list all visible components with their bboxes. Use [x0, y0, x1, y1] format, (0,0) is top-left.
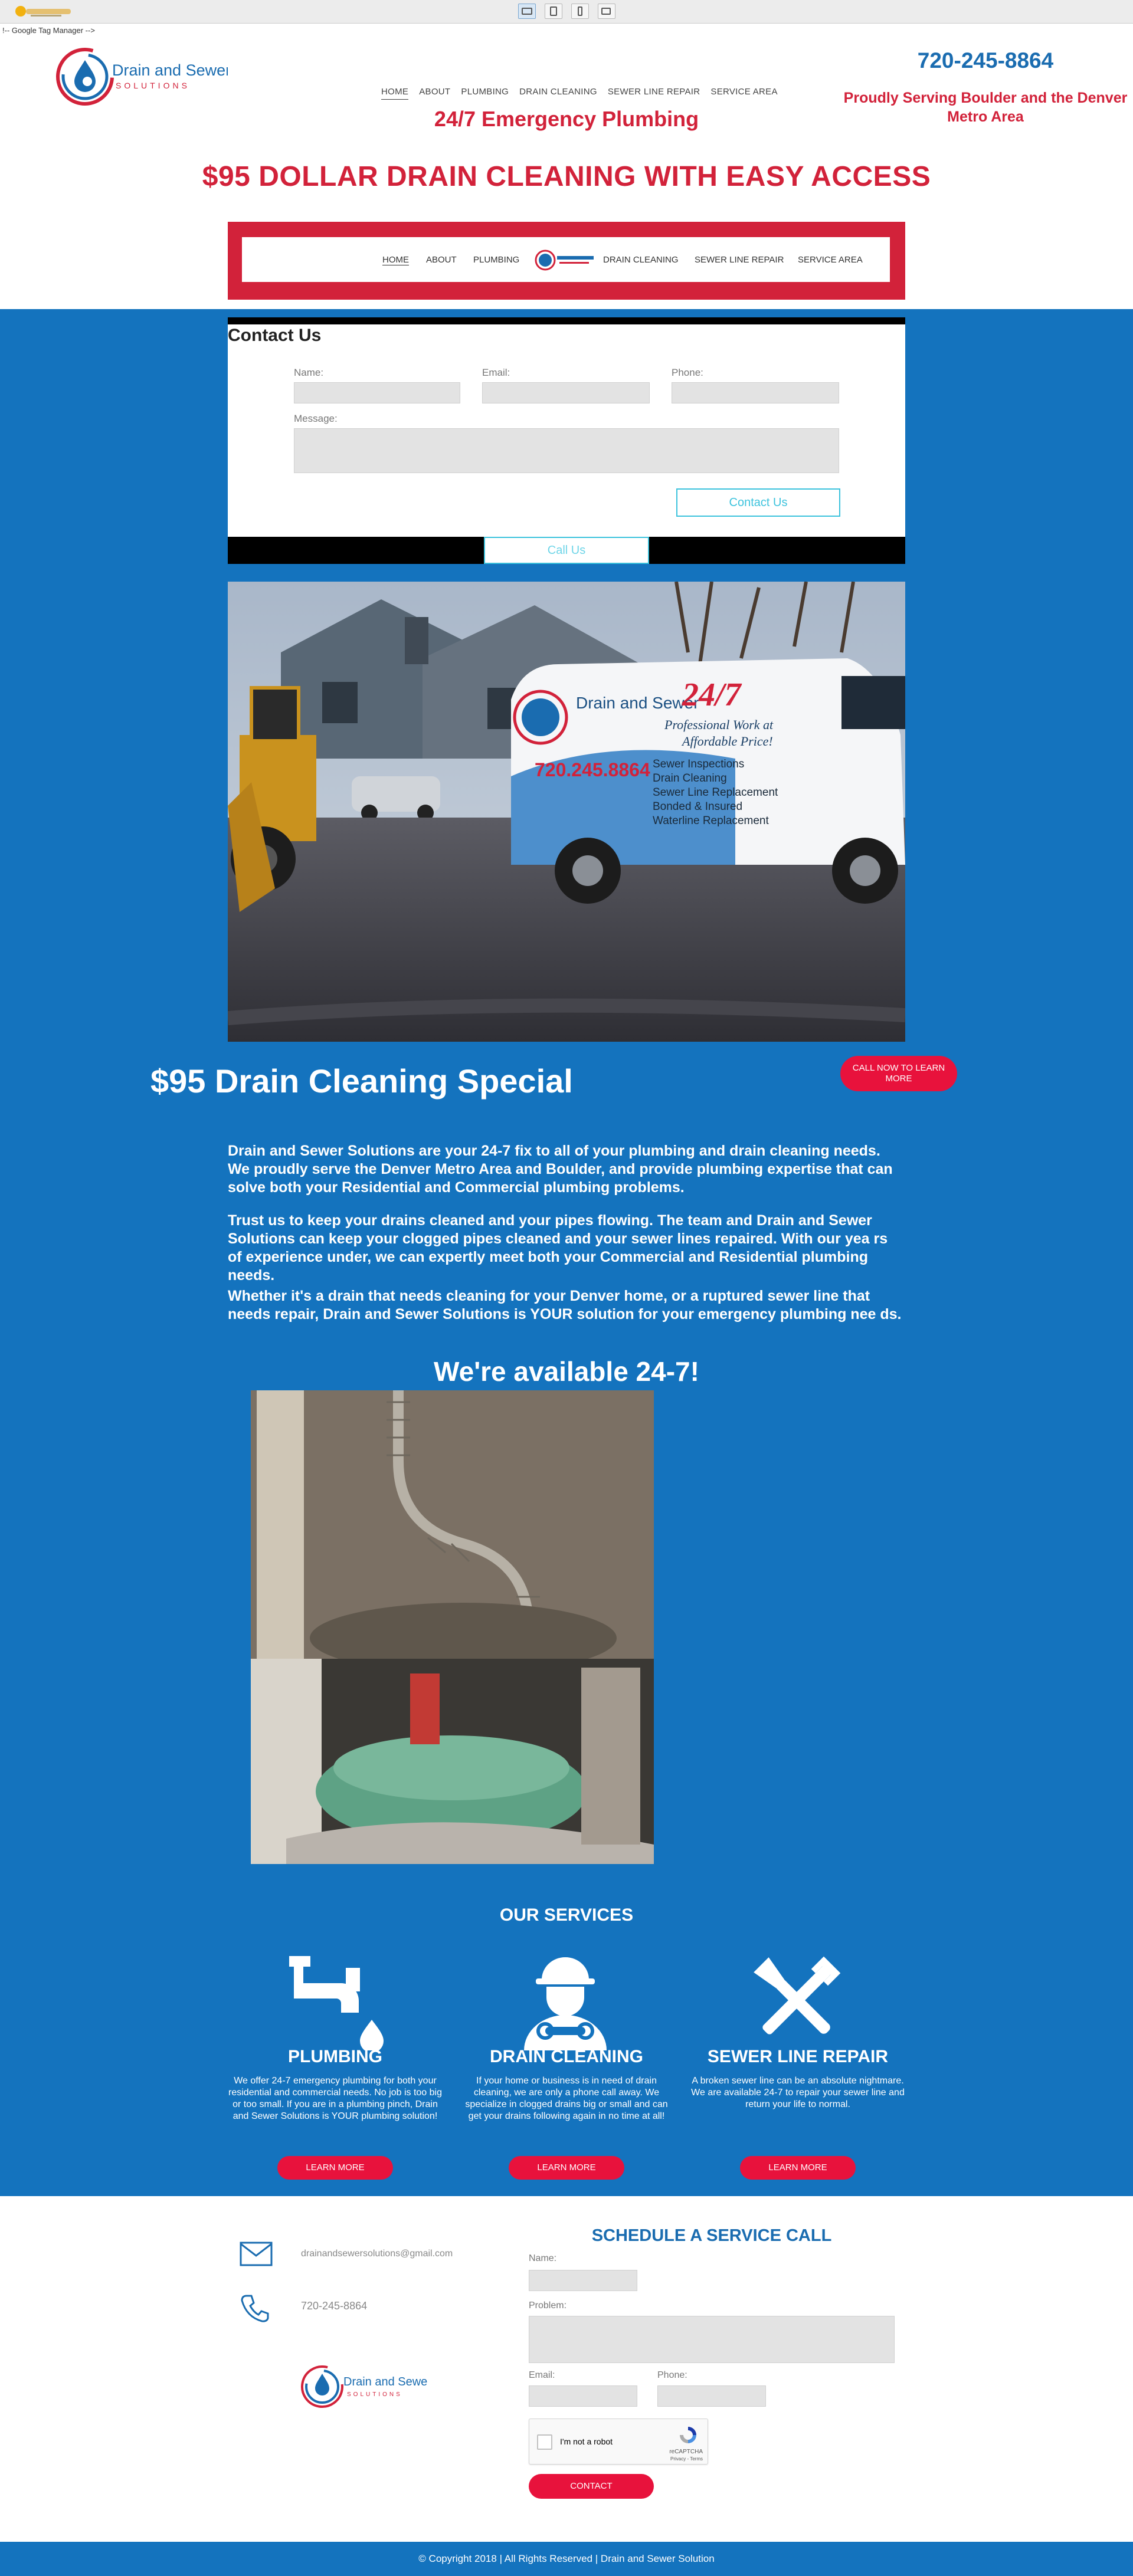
- schedule-email-label: Email:: [529, 2370, 555, 2380]
- mail-icon: [240, 2242, 273, 2266]
- call-us-button[interactable]: Call Us: [484, 537, 649, 564]
- schedule-name-input[interactable]: [529, 2270, 637, 2291]
- service-title-plumbing: PLUMBING: [288, 2047, 382, 2066]
- phone-icon: [241, 2295, 269, 2322]
- recaptcha-terms-link[interactable]: Privacy - Terms: [670, 2456, 703, 2462]
- tablet-icon: [550, 6, 557, 16]
- desktop-icon: [522, 8, 532, 15]
- van-logo-text: Drain and Sewer: [576, 694, 699, 712]
- van-tagline-2: Affordable Price!: [681, 734, 773, 749]
- nav-sewer-line-repair[interactable]: SEWER LINE REPAIR: [608, 87, 700, 100]
- services-title: OUR SERVICES: [499, 1905, 634, 1925]
- van-service-1: Sewer Inspections: [653, 758, 744, 770]
- footer-logo-line1: Drain and Sewer: [343, 2375, 427, 2388]
- contact-email-link[interactable]: drainandsewersolutions@gmail.com: [301, 2249, 453, 2259]
- multi-device-view-button[interactable]: [598, 4, 615, 19]
- learn-more-plumbing-button[interactable]: LEARN MORE: [277, 2156, 393, 2180]
- tablet-view-button[interactable]: [545, 4, 562, 19]
- call-now-button[interactable]: CALL NOW TO LEARN MORE: [840, 1056, 957, 1091]
- builder-logo: [15, 6, 71, 17]
- nav-service-area[interactable]: SERVICE AREA: [710, 87, 777, 100]
- service-text-sewer-line-repair: A broken sewer line can be an absolute n…: [691, 2076, 905, 2109]
- schedule-name-label: Name:: [529, 2253, 557, 2263]
- contact-name-input[interactable]: [294, 382, 460, 403]
- service-title-sewer-line-repair: SEWER LINE REPAIR: [707, 2047, 889, 2066]
- frame-nav-drain-cleaning[interactable]: DRAIN CLEANING: [603, 255, 679, 265]
- logo-line1: Drain and Sewer: [112, 61, 228, 79]
- contact-name-label: Name:: [294, 367, 324, 378]
- available-heading: We're available 24-7!: [434, 1356, 699, 1387]
- main-nav: HOME ABOUT PLUMBING DRAIN CLEANING SEWER…: [381, 87, 778, 100]
- schedule-phone-input[interactable]: [657, 2385, 766, 2407]
- desktop-view-button[interactable]: [518, 4, 536, 19]
- copyright-text: © Copyright 2018 | All Rights Reserved |…: [418, 2553, 715, 2564]
- learn-more-sewer-repair-button[interactable]: LEARN MORE: [740, 2156, 856, 2180]
- recaptcha-widget: I'm not a robot reCAPTCHA Privacy - Term…: [529, 2419, 708, 2465]
- van-service-3: Sewer Line Replacement: [653, 786, 778, 799]
- service-title-drain-cleaning: DRAIN CLEANING: [490, 2047, 643, 2066]
- tools-icon: [754, 1956, 841, 2034]
- service-van-photo: Drain and Sewer 24/7 Professional Work a…: [228, 582, 905, 1042]
- nav-drain-cleaning[interactable]: DRAIN CLEANING: [519, 87, 597, 100]
- intro-paragraph-3: Whether it's a drain that needs cleaning…: [228, 1288, 902, 1323]
- frame-nav-home[interactable]: HOME: [382, 255, 409, 265]
- contact-email-label: Email:: [482, 367, 510, 378]
- multi-device-icon: [601, 8, 611, 15]
- van-phone-text: 720.245.8864: [535, 759, 650, 780]
- header-phone[interactable]: 720-245-8864: [873, 48, 1098, 73]
- frame-nav-plumbing[interactable]: PLUMBING: [473, 255, 519, 265]
- logo-line2: SOLUTIONS: [116, 81, 190, 90]
- van-service-4: Bonded & Insured: [653, 800, 742, 813]
- contact-phone-label: Phone:: [672, 367, 703, 378]
- frame-nav-about[interactable]: ABOUT: [426, 255, 457, 265]
- recaptcha-brand: reCAPTCHA: [669, 2449, 703, 2455]
- footer-logo-line2: SOLUTIONS: [347, 2391, 402, 2398]
- frame-nav-logo[interactable]: [532, 248, 601, 273]
- promo-headline: $95 DOLLAR DRAIN CLEANING WITH EASY ACCE…: [202, 161, 931, 192]
- nav-about[interactable]: ABOUT: [419, 87, 450, 100]
- contact-email-input[interactable]: [482, 382, 650, 403]
- nav-plumbing[interactable]: PLUMBING: [461, 87, 509, 100]
- drain-work-photo: [251, 1390, 654, 1864]
- van-service-5: Waterline Replacement: [653, 815, 769, 827]
- gtm-comment-text: !-- Google Tag Manager -->: [2, 26, 95, 35]
- contact-phone-input[interactable]: [672, 382, 839, 403]
- schedule-phone-label: Phone:: [657, 2370, 687, 2380]
- contact-message-label: Message:: [294, 413, 338, 424]
- footer-logo[interactable]: Drain and Sewer SOLUTIONS: [297, 2362, 427, 2411]
- mobile-icon: [578, 6, 582, 16]
- contact-submit-button[interactable]: Contact Us: [676, 488, 840, 517]
- service-text-plumbing: We offer 24-7 emergency plumbing for bot…: [228, 2076, 442, 2121]
- van-247-text: 24/7: [682, 677, 742, 713]
- learn-more-drain-cleaning-button[interactable]: LEARN MORE: [509, 2156, 624, 2180]
- special-title: $95 Drain Cleaning Special: [150, 1062, 573, 1100]
- nav-home[interactable]: HOME: [381, 87, 409, 100]
- site-logo[interactable]: Drain and Sewer SOLUTIONS: [51, 45, 228, 110]
- recaptcha-label: I'm not a robot: [560, 2437, 613, 2446]
- recaptcha-icon: [680, 2427, 696, 2443]
- schedule-problem-input[interactable]: [529, 2316, 895, 2363]
- plumber-icon: [524, 1957, 607, 2050]
- schedule-email-input[interactable]: [529, 2385, 637, 2407]
- service-text-drain-cleaning: If your home or business is in need of d…: [465, 2076, 668, 2121]
- device-preview-bar: [0, 0, 1133, 24]
- contact-form-title: Contact Us: [228, 326, 322, 345]
- intro-paragraph-2: Trust us to keep your drains cleaned and…: [228, 1212, 888, 1284]
- frame-nav-service-area[interactable]: SERVICE AREA: [798, 255, 863, 265]
- intro-paragraph-1: Drain and Sewer Solutions are your 24-7 …: [228, 1143, 893, 1196]
- van-tagline-1: Professional Work at: [664, 717, 774, 732]
- van-service-2: Drain Cleaning: [653, 772, 727, 785]
- schedule-title: SCHEDULE A SERVICE CALL: [591, 2226, 832, 2245]
- contact-phone-link[interactable]: 720-245-8864: [301, 2300, 367, 2312]
- faucet-icon: [289, 1956, 384, 2050]
- contact-message-input[interactable]: [294, 428, 839, 473]
- frame-nav-sewer-line-repair[interactable]: SEWER LINE REPAIR: [695, 255, 784, 265]
- contact-top-bar: [228, 317, 905, 324]
- schedule-problem-label: Problem:: [529, 2301, 567, 2311]
- mobile-view-button[interactable]: [571, 4, 589, 19]
- header-emergency-text: 24/7 Emergency Plumbing: [434, 107, 699, 131]
- recaptcha-checkbox[interactable]: [537, 2434, 552, 2450]
- schedule-contact-button[interactable]: CONTACT: [529, 2474, 654, 2499]
- header-serving-text: Proudly Serving Boulder and the Denver M…: [843, 90, 1128, 125]
